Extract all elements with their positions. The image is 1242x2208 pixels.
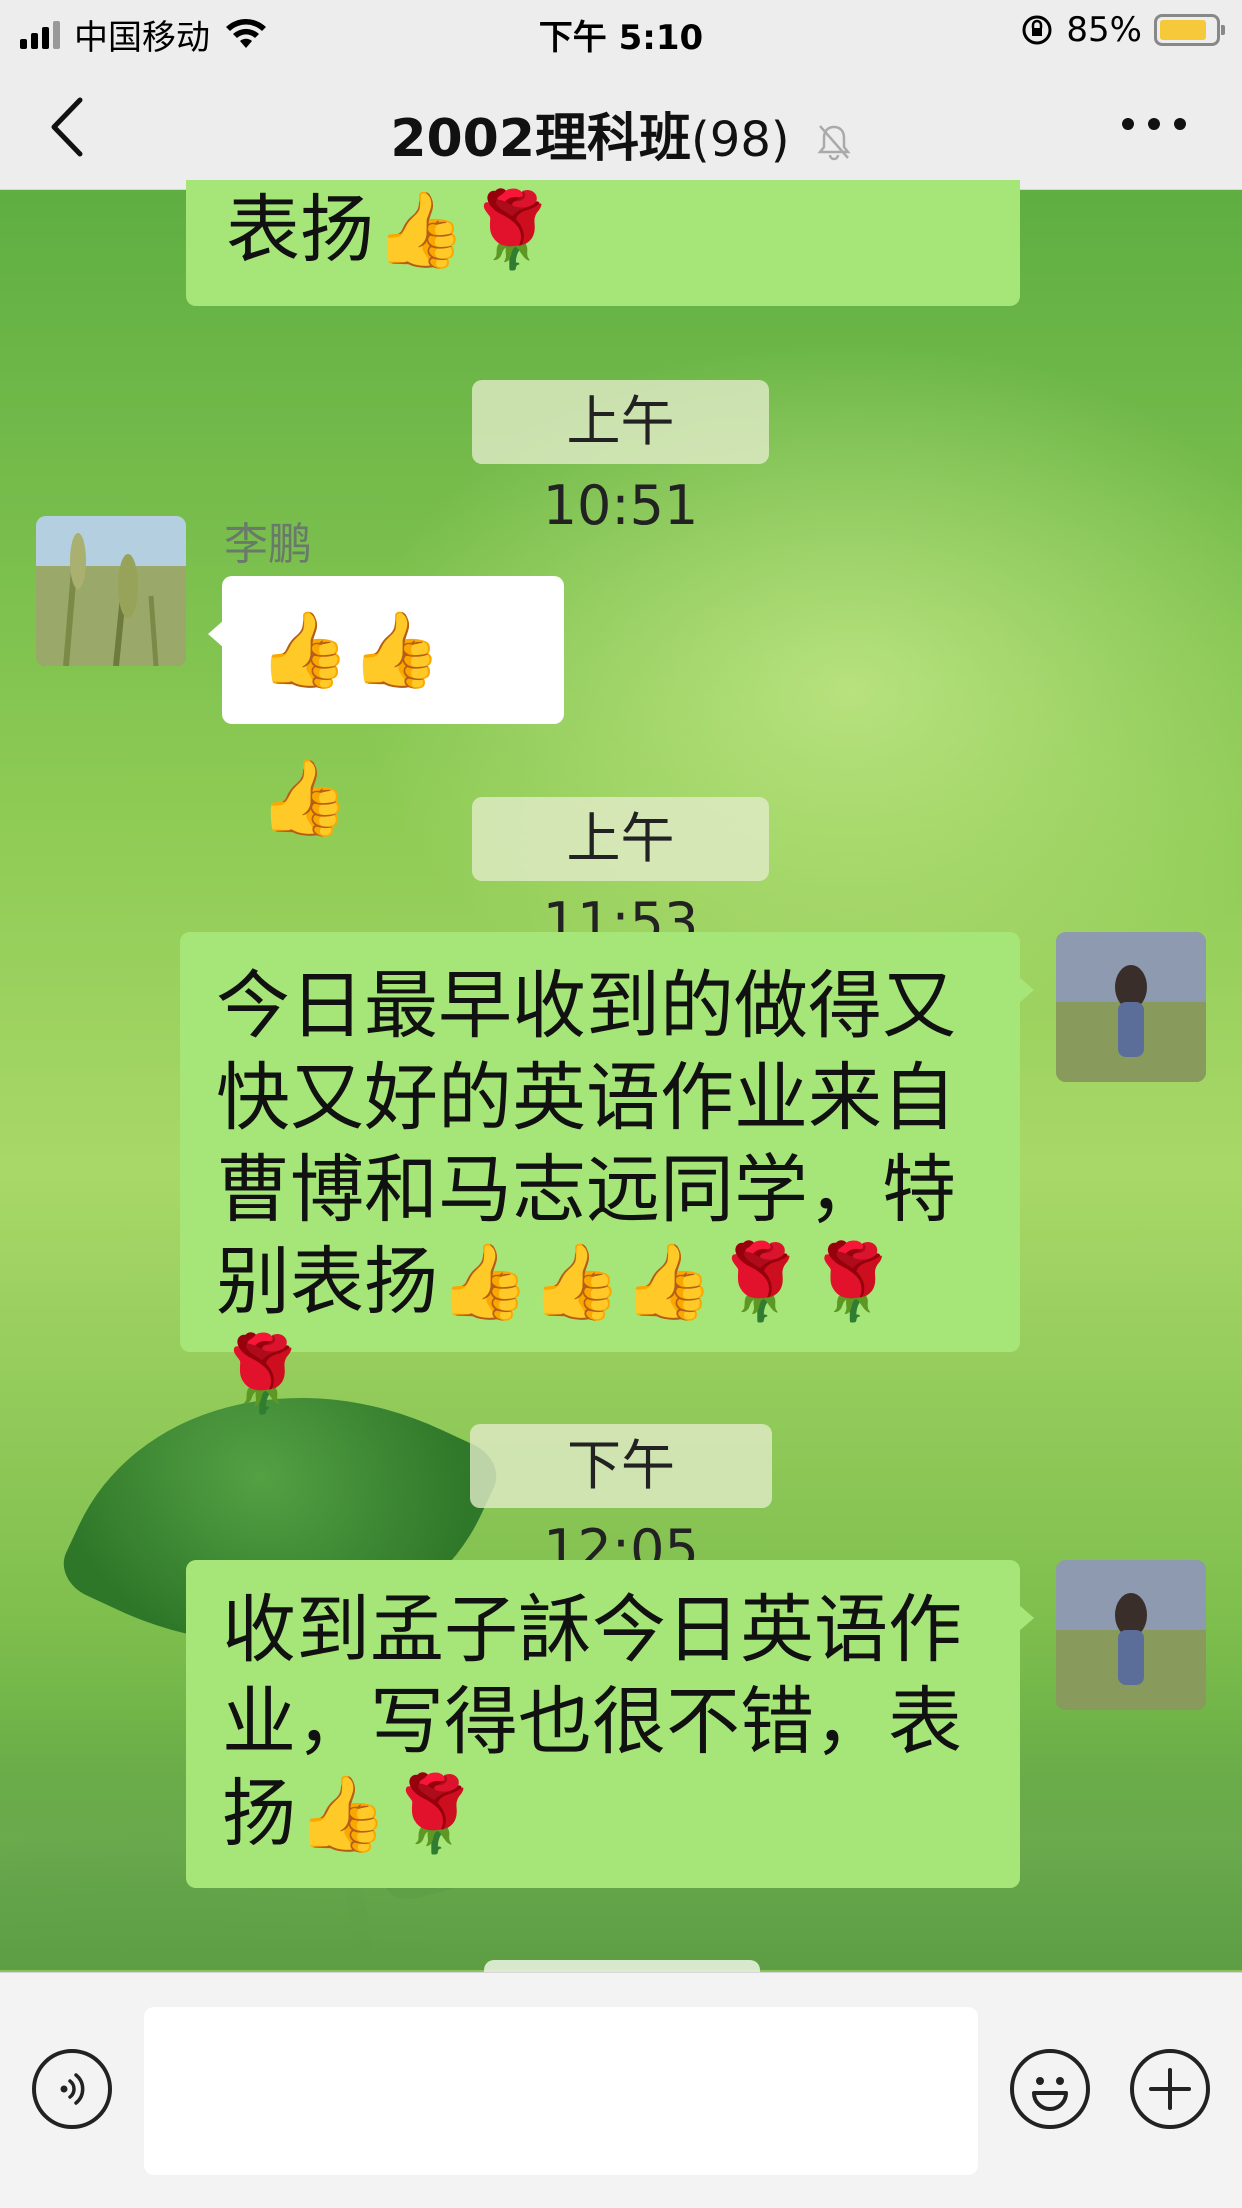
message-bubble-sent[interactable]: 今日最早收到的做得又 快又好的英语作业来自 曹博和马志远同学，特 别表扬👍👍👍🌹… — [180, 932, 1034, 1417]
message-bubble-sent[interactable]: 收到孟子訸今日英语作 业，写得也很不错，表 扬👍🌹 — [186, 1560, 1034, 1888]
girl-in-field-image — [1056, 932, 1206, 1082]
message-line: 今日最早收到的做得又 — [216, 963, 956, 1049]
battery-percent: 85% — [1066, 10, 1142, 50]
member-count: (98) — [691, 112, 790, 168]
chat-header: 2002理科班(98) — [0, 62, 1242, 190]
status-bar: 中国移动 下午 5:10 85% — [0, 0, 1242, 62]
avatar-self[interactable] — [1056, 1560, 1206, 1710]
timestamp: 上午 11:53 — [472, 797, 769, 954]
avatar-self[interactable] — [1056, 932, 1206, 1082]
message-line: 业，写得也很不错，表 — [222, 1679, 962, 1765]
message-line: 别表扬👍👍👍🌹🌹🌹 — [216, 1239, 899, 1417]
wheat-image — [36, 516, 186, 666]
voice-icon[interactable] — [32, 2049, 112, 2129]
group-name: 2002理科班 — [390, 109, 692, 169]
mute-bell-icon — [817, 125, 851, 161]
plus-icon[interactable] — [1130, 2049, 1210, 2129]
timestamp: 下午 12:05 — [470, 1424, 772, 1581]
avatar-li-peng[interactable] — [36, 516, 186, 666]
message-text: 表扬👍🌹 — [226, 187, 559, 273]
smiley-glyph — [1032, 2077, 1068, 2111]
message-line: 曹博和马志远同学，特 — [216, 1147, 956, 1233]
message-bubble-partial[interactable]: 表扬👍🌹 — [186, 180, 1020, 306]
message-line: 扬👍🌹 — [222, 1771, 481, 1857]
message-bubble-received[interactable]: 👍👍👍 — [208, 576, 564, 841]
more-dots-icon[interactable] — [1122, 118, 1186, 130]
plus-glyph — [1149, 2068, 1191, 2110]
message-line: 快又好的英语作业来自 — [216, 1055, 956, 1141]
emoji-icon[interactable] — [1010, 2049, 1090, 2129]
battery-icon — [1154, 14, 1225, 46]
message-input[interactable] — [144, 2007, 978, 2175]
message-line: 收到孟子訸今日英语作 — [222, 1587, 962, 1673]
timestamp: 上午 10:51 — [472, 380, 769, 537]
status-right: 85% — [1020, 10, 1225, 50]
girl-in-field-image — [1056, 1560, 1206, 1710]
rotation-lock-icon — [1022, 15, 1052, 45]
voice-wave-glyph — [60, 2073, 85, 2105]
chat-title: 2002理科班(98) — [0, 96, 1242, 171]
input-bar — [0, 1972, 1242, 2208]
sender-name: 李鹏 — [224, 519, 312, 570]
